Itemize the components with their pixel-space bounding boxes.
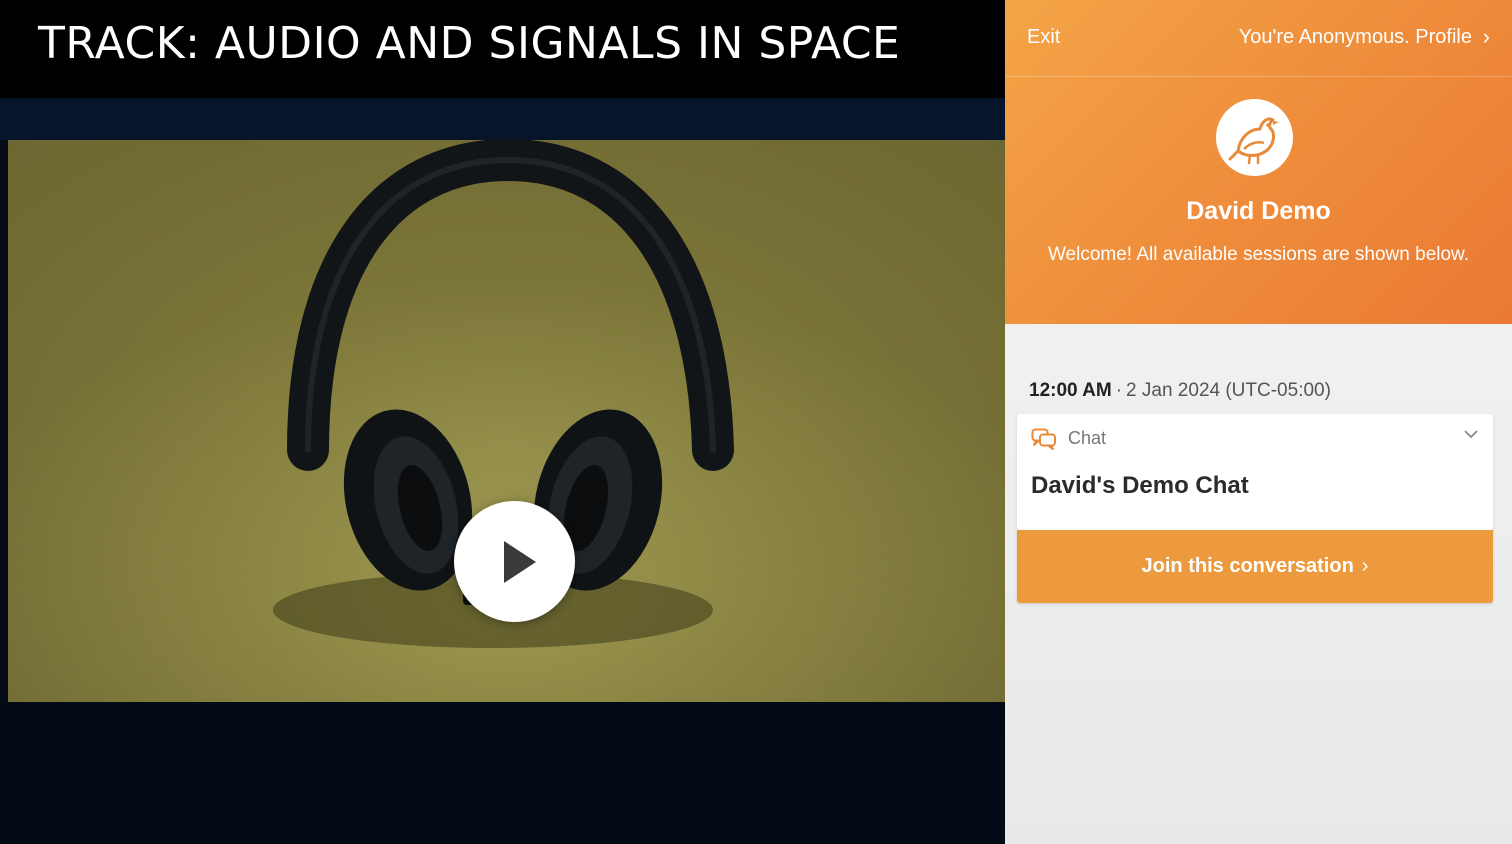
user-name: David Demo — [1186, 197, 1331, 225]
chat-bubbles-icon — [1031, 428, 1056, 450]
chevron-right-icon: › — [1361, 555, 1369, 577]
chat-session-card[interactable]: Chat David's Demo Chat — [1017, 414, 1493, 530]
title-bar: TRACK: AUDIO AND SIGNALS IN SPACE — [0, 0, 1005, 98]
play-button[interactable] — [454, 501, 575, 622]
play-icon — [504, 541, 536, 583]
header-divider — [1005, 76, 1512, 77]
track-title: TRACK: AUDIO AND SIGNALS IN SPACE — [38, 18, 901, 69]
video-bottom-band — [0, 702, 1005, 844]
session-datetime: 12:00 AM · 2 Jan 2024 (UTC-05:00) — [1029, 380, 1331, 402]
video-top-band — [0, 98, 1005, 140]
avatar — [1216, 99, 1293, 176]
panel-header: Exit You're Anonymous. Profile › David D… — [1005, 0, 1512, 324]
chat-type-label: Chat — [1068, 428, 1107, 448]
session-panel: Exit You're Anonymous. Profile › David D… — [1005, 0, 1512, 844]
session-date: 2 Jan 2024 (UTC-05:00) — [1126, 380, 1331, 401]
welcome-message: Welcome! All available sessions are show… — [1047, 244, 1470, 265]
profile-link[interactable]: You're Anonymous. Profile — [1239, 26, 1472, 49]
separator-dot: · — [1115, 380, 1123, 401]
join-conversation-button[interactable]: Join this conversation › — [1017, 530, 1493, 603]
join-button-label: Join this conversation — [1141, 555, 1354, 577]
video-area: TRACK: AUDIO AND SIGNALS IN SPACE — [0, 0, 1005, 844]
chat-name: David's Demo Chat — [1031, 472, 1249, 499]
bird-icon — [1228, 117, 1279, 165]
video-player[interactable] — [8, 140, 1005, 702]
chevron-right-icon[interactable]: › — [1483, 24, 1490, 50]
exit-link[interactable]: Exit — [1027, 26, 1060, 49]
chevron-down-icon[interactable] — [1463, 426, 1479, 442]
session-time: 12:00 AM — [1029, 380, 1112, 401]
